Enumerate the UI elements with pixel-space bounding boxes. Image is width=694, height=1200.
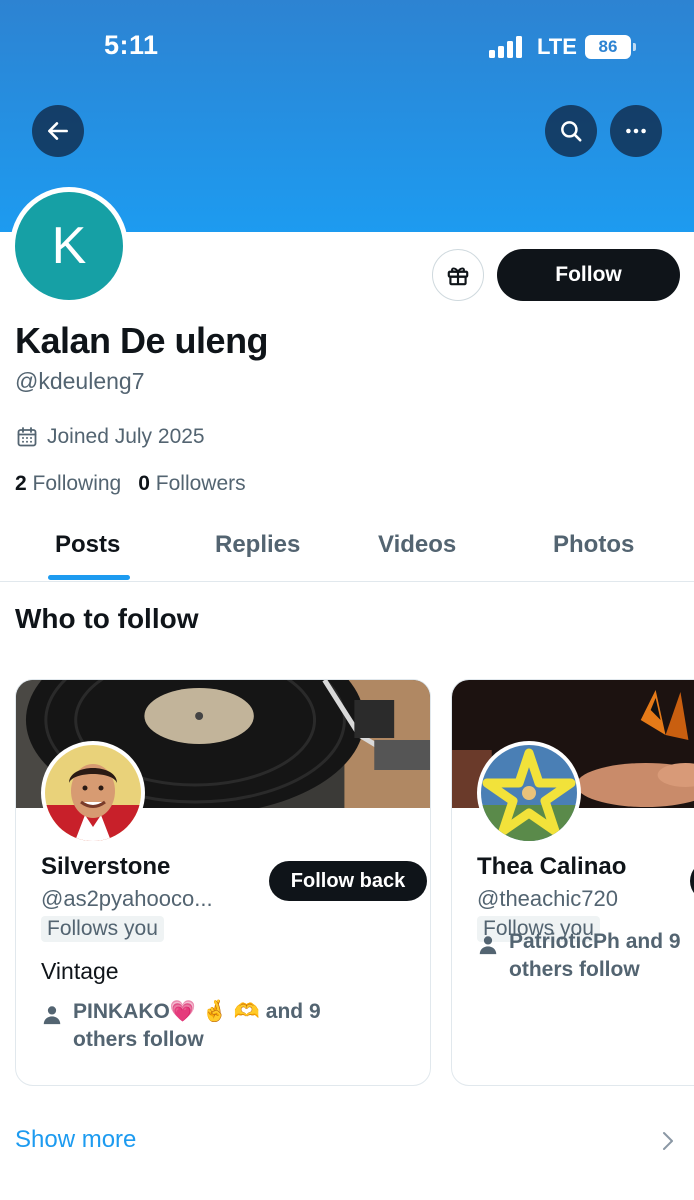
- search-icon: [561, 121, 582, 142]
- who-to-follow-title: Who to follow: [15, 603, 199, 634]
- following-count: 2: [15, 472, 27, 495]
- gift-button[interactable]: [432, 249, 484, 301]
- battery-level: 86: [598, 37, 618, 56]
- suggestion-handle: @theachic720: [477, 886, 618, 911]
- tab-photos[interactable]: Photos: [553, 531, 634, 559]
- battery-icon: 86: [585, 35, 636, 59]
- network-label: LTE: [537, 34, 577, 59]
- back-button[interactable]: [32, 105, 84, 157]
- mutual-followers-line1: PINKAKO💗 🤞 🫶 and 9: [73, 1000, 321, 1023]
- person-icon: [43, 1006, 61, 1025]
- suggestion-avatar[interactable]: [477, 741, 581, 845]
- following-link[interactable]: 2 Following: [15, 472, 121, 496]
- person-photo: [45, 745, 141, 841]
- suggestion-handle: @as2pyahooco...: [41, 886, 213, 911]
- followers-count: 0: [138, 472, 150, 495]
- tab-videos[interactable]: Videos: [378, 531, 456, 559]
- suggestion-bio: Vintage: [41, 958, 119, 984]
- person-icon: [479, 936, 497, 955]
- joined-label: Joined July 2025: [47, 425, 205, 448]
- followers-link[interactable]: 0 Followers: [138, 472, 245, 496]
- joined-date: Joined July 2025: [15, 425, 205, 449]
- signal-icon: [489, 36, 525, 58]
- suggestion-card[interactable]: Thea Calinao @theachic720 Follows you Pa…: [451, 679, 694, 1086]
- mutual-followers-line1: PatrioticPh and 9: [509, 930, 681, 953]
- suggestion-name[interactable]: Silverstone: [41, 853, 170, 881]
- more-button[interactable]: [610, 105, 662, 157]
- followers-label: Followers: [155, 472, 246, 495]
- follows-you-badge: Follows you: [41, 916, 164, 942]
- status-time: 5:11: [104, 30, 159, 60]
- show-more-link[interactable]: Show more: [15, 1126, 136, 1154]
- tab-posts[interactable]: Posts: [55, 531, 120, 559]
- chevron-right-icon: [663, 1132, 673, 1150]
- active-tab-indicator: [48, 575, 130, 580]
- profile-name: Kalan De uleng: [15, 320, 269, 361]
- follow-back-button[interactable]: Follow back: [269, 861, 427, 901]
- profile-page: 5:11 LTE 86 K Follow Kalan De uleng @kde…: [0, 0, 694, 1200]
- suggestion-name[interactable]: Thea Calinao: [477, 853, 626, 881]
- profile-avatar[interactable]: K: [10, 187, 128, 305]
- more-icon: [626, 128, 646, 134]
- follow-counts: 2 Following 0 Followers: [15, 472, 246, 496]
- search-button[interactable]: [545, 105, 597, 157]
- profile-tabs: Posts Replies Videos Photos: [0, 515, 694, 582]
- profile-handle: @kdeuleng7: [15, 368, 145, 394]
- avatar-letter: K: [15, 192, 123, 300]
- following-label: Following: [32, 472, 122, 495]
- mutual-followers: PINKAKO💗 🤞 🫶 and 9 others follow: [41, 998, 321, 1054]
- mutual-followers-line2: others follow: [73, 1028, 204, 1051]
- gift-icon: [447, 267, 469, 286]
- mutual-followers-line2: others follow: [509, 958, 640, 981]
- follow-back-button[interactable]: [690, 861, 694, 901]
- mutual-followers: PatrioticPh and 9 others follow: [477, 928, 681, 984]
- calendar-icon: [17, 427, 37, 447]
- arrow-left-icon: [48, 122, 68, 140]
- suggestion-card[interactable]: Silverstone Follow back @as2pyahooco... …: [15, 679, 431, 1086]
- follow-button[interactable]: Follow: [497, 249, 680, 301]
- suggestion-avatar[interactable]: [41, 741, 145, 845]
- tab-replies[interactable]: Replies: [215, 531, 300, 559]
- star-avatar-image: [481, 745, 577, 841]
